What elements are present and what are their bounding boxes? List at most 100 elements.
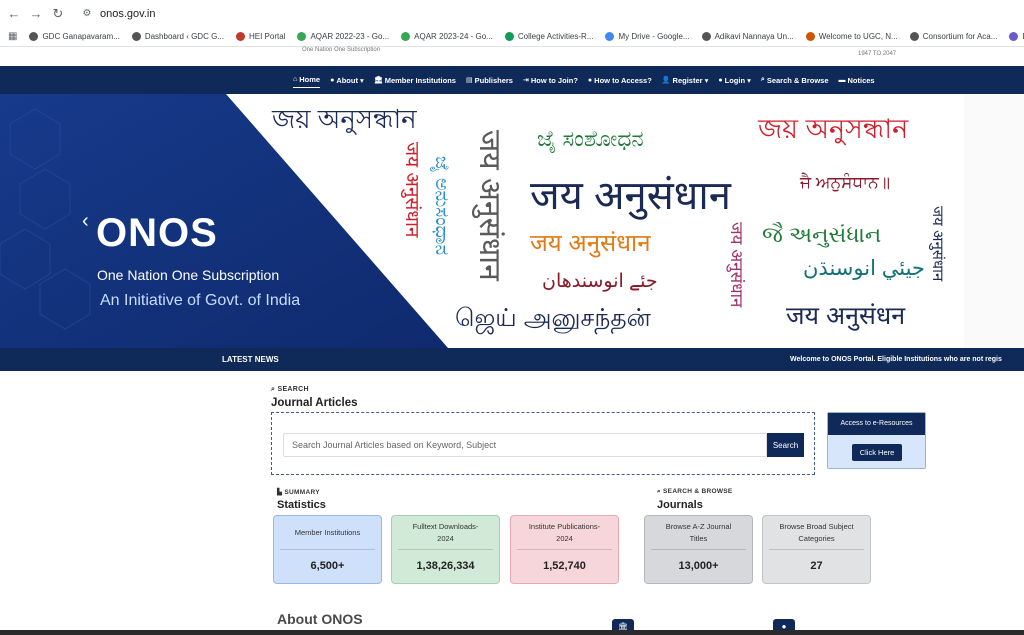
site-header: One Nation One Subscription 1947 TO 2047 (0, 47, 1024, 66)
nav-label: Register ▾ (672, 75, 709, 85)
stat-value: 1,52,740 (543, 560, 586, 572)
stat-card-institute-publications[interactable]: Institute Publications-2024 1,52,740 (510, 515, 619, 584)
nav-icon: ● (718, 76, 723, 84)
nav-item[interactable]: ⌂ Home (293, 72, 321, 88)
bookmark-label: Welcome to UGC, N... (818, 32, 898, 41)
hero-initiative: An Initiative of Govt. of India (100, 292, 301, 309)
bookmark-item[interactable]: College Activities-R... (504, 32, 593, 41)
nav-label: Home (299, 75, 321, 84)
stat-card-fulltext-downloads[interactable]: Fulltext Downloads-2024 1,38,26,334 (391, 515, 500, 584)
statistics-kicker-text: SUMMARY (284, 489, 320, 496)
bookmark-favicon-icon (909, 32, 919, 41)
bookmark-item[interactable]: Consortium for Aca... (909, 32, 997, 41)
hero-vertical-word: जय अनुसंधान (929, 206, 946, 282)
site-info-icon[interactable]: ⚙ (80, 7, 94, 21)
hero-subtitle: One Nation One Subscription (97, 267, 280, 283)
nav-item[interactable]: ● How to Access? (588, 73, 652, 88)
nav-label: Search & Browse (766, 75, 829, 85)
journal-card-subject-categories[interactable]: Browse Broad Subject Categories 27 (762, 515, 871, 584)
nav-icon: ● (330, 76, 335, 84)
bookmark-item[interactable]: Dashboard ‹ GDC G... (131, 32, 224, 41)
latest-news-label: LATEST NEWS (222, 355, 279, 364)
bookmark-label: AQAR 2022-23 - Go... (310, 32, 390, 41)
bookmark-item[interactable]: GDC Ganapavaram... (29, 32, 120, 41)
bookmark-item[interactable]: Adikavi Nannaya Un... (701, 32, 794, 41)
main-navigation: ⌂ Home ● About ▾ 🏛 Member Institutions ▤ Publis… (0, 66, 1024, 94)
bookmark-item[interactable]: AQAR 2023-24 - Go... (401, 32, 493, 41)
nav-icon: ▬ (838, 76, 846, 84)
stat-label: Browse Broad Subject Categories (769, 516, 864, 550)
bookmark-favicon-icon (235, 32, 245, 41)
stat-value: 13,000+ (678, 560, 719, 572)
bookmark-label: AQAR 2023-24 - Go... (414, 32, 493, 41)
stat-card-member-institutions[interactable]: Member Institutions 6,500+ (273, 515, 382, 584)
statistics-kicker: ▙ SUMMARY (277, 488, 320, 496)
access-card-title: Access to e-Resources (828, 413, 925, 435)
bookmark-label: Adikavi Nannaya Un... (714, 32, 794, 41)
news-ticker[interactable]: Welcome to ONOS Portal. Eligible Institu… (790, 356, 1002, 363)
nav-label: About ▾ (336, 75, 364, 85)
bookmark-item[interactable]: AQAR 2022-23 - Go... (297, 32, 389, 41)
hero-vertical-word: जय अनुसंधान (401, 142, 422, 238)
hero-word: जय अनुसंधन (786, 302, 906, 330)
nav-item[interactable]: 👤 Register ▾ (662, 73, 709, 88)
hero-word: جئے انوسندھان (542, 271, 658, 292)
bookmark-label: GDC Ganapavaram... (42, 32, 120, 41)
journals-title: Journals (657, 499, 703, 511)
bookmark-item[interactable]: DUJES (1009, 32, 1024, 41)
stat-label: Fulltext Downloads-2024 (398, 516, 493, 550)
forward-icon[interactable]: → (28, 6, 44, 22)
address-bar[interactable]: onos.gov.in (100, 8, 155, 20)
latest-news-bar: LATEST NEWS Welcome to ONOS Portal. Elig… (0, 348, 1024, 371)
hero-word: जय अनुसंधान (530, 230, 651, 257)
hero-banner: ‹ ONOS One Nation One Subscription An In… (0, 94, 964, 348)
bookmark-favicon-icon (605, 32, 615, 41)
hero-vertical-word: जय अनुसंधान (727, 222, 746, 308)
nav-item[interactable]: ▤ Publishers (466, 73, 513, 88)
bookmark-item[interactable]: My Drive - Google... (605, 32, 690, 41)
nav-item[interactable]: 🏛 Member Institutions (374, 73, 456, 88)
stat-value: 27 (810, 560, 823, 572)
nav-item[interactable]: ● About ▾ (330, 73, 364, 88)
back-icon[interactable]: ← (6, 6, 22, 22)
nav-item[interactable]: ▬ Notices (839, 73, 875, 88)
bookmark-favicon-icon (401, 32, 411, 41)
search-panel: Search (271, 412, 815, 475)
bookmark-list: GDC Ganapavaram... Dashboard ‹ GDC G... HE… (29, 32, 1024, 41)
hero-word: ಜೈ ಸಂಶೋಧನ (537, 126, 644, 151)
carousel-prev-icon[interactable]: ‹ (82, 210, 89, 233)
hero-vertical-word: ಜೈ ಅನುಸಂಧಾನ (431, 156, 452, 256)
site-tagline: One Nation One Subscription (302, 47, 381, 53)
bookmark-favicon-icon (1009, 32, 1019, 41)
search-button[interactable]: Search (767, 433, 804, 457)
bookmark-favicon-icon (29, 32, 39, 41)
hero-word: ஜெய் அனுசந்தன் (455, 304, 651, 332)
bookmark-favicon-icon (297, 32, 307, 41)
hero-word: ਜੈ ਅਨੁਸੰਧਾਨ॥ (800, 173, 891, 192)
nav-item[interactable]: ⇥ How to Join? (523, 73, 578, 88)
bookmark-label: Dashboard ‹ GDC G... (144, 32, 224, 41)
search-input[interactable] (283, 433, 767, 457)
bottom-strip (0, 630, 1024, 635)
journals-kicker: ⌕ SEARCH & BROWSE (657, 488, 733, 496)
nav-label: Notices (847, 75, 875, 85)
apps-grid-icon[interactable]: ▦ (8, 31, 17, 42)
nav-item[interactable]: ● Login ▾ (718, 73, 751, 88)
click-here-button[interactable]: Click Here (852, 444, 902, 461)
hero-word: জয় অনুসন্ধান (272, 104, 417, 134)
nav-label: How to Access? (594, 75, 652, 85)
nav-icon: ⌂ (293, 76, 298, 83)
hero-word: जय अनुसंधान (530, 174, 731, 218)
stat-label: Institute Publications-2024 (517, 516, 612, 550)
bookmark-item[interactable]: Welcome to UGC, N... (805, 32, 898, 41)
nav-label: Login ▾ (724, 75, 751, 85)
nav-item[interactable]: ⌕ Search & Browse (761, 73, 829, 88)
nav-icon: 👤 (661, 77, 671, 84)
bookmark-item[interactable]: HEI Portal (235, 32, 285, 41)
reload-icon[interactable]: ↻ (50, 6, 66, 22)
stat-label: Member Institutions (280, 516, 375, 550)
nav-icon: ⌕ (760, 76, 765, 83)
stat-value: 1,38,26,334 (416, 560, 475, 572)
hero-word: જૈ અનુસંધાન (762, 222, 882, 247)
journal-card-az-titles[interactable]: Browse A-Z Journal Titles 13,000+ (644, 515, 753, 584)
